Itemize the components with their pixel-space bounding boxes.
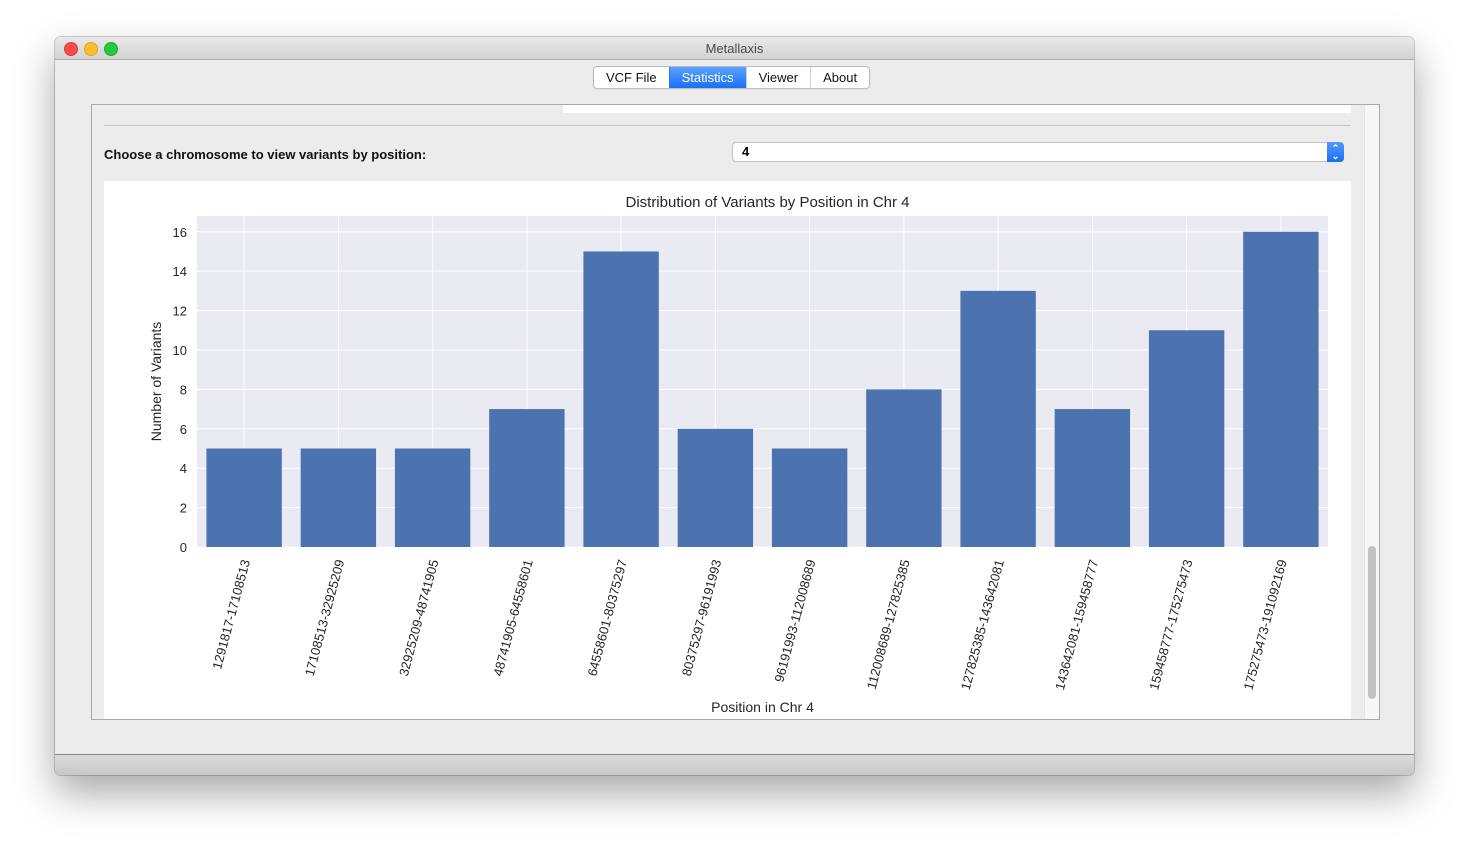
bar-chart: 0 2 4 6 8 10 12 14 16 1291817-17108513 17108513-32… bbox=[148, 194, 1328, 715]
x-tick-label: 48741905-64558601 bbox=[490, 558, 536, 678]
vertical-scrollbar[interactable] bbox=[1364, 105, 1379, 719]
tab-bar: VCF File Statistics Viewer About bbox=[593, 66, 871, 89]
y-tick-label: 4 bbox=[180, 461, 187, 476]
y-tick-label: 16 bbox=[173, 225, 187, 240]
bar bbox=[206, 448, 282, 547]
x-tick-label: 32925209-48741905 bbox=[396, 558, 442, 678]
app-window: Metallaxis VCF File Statistics Viewer Ab… bbox=[55, 37, 1414, 775]
x-tick-label: 96191993-112008689 bbox=[771, 558, 818, 684]
previous-chart-bottom-edge bbox=[563, 105, 1351, 113]
bar bbox=[300, 448, 377, 547]
chart-title: Distribution of Variants by Position in … bbox=[625, 194, 909, 211]
y-tick-label: 10 bbox=[173, 343, 187, 358]
y-axis-label: Number of Variants bbox=[148, 322, 164, 442]
tab-about[interactable]: About bbox=[810, 67, 869, 88]
x-tick-label: 64558601-80375297 bbox=[584, 558, 630, 678]
chromosome-select-value: 4 bbox=[742, 144, 750, 159]
statistics-panel: Choose a chromosome to view variants by … bbox=[91, 104, 1380, 720]
divider bbox=[104, 125, 1351, 126]
x-axis-label: Position in Chr 4 bbox=[711, 699, 814, 715]
y-tick-label: 14 bbox=[173, 264, 187, 279]
y-tick-label: 8 bbox=[180, 382, 187, 397]
x-tick-label: 17108513-32925209 bbox=[302, 558, 348, 678]
scrollbar-thumb[interactable] bbox=[1368, 546, 1376, 699]
x-tick-label: 1291817-17108513 bbox=[209, 558, 253, 671]
bar bbox=[1148, 330, 1225, 547]
x-tick-label: 80375297-96191993 bbox=[679, 558, 725, 678]
bar bbox=[866, 389, 942, 547]
tab-viewer[interactable]: Viewer bbox=[745, 67, 811, 88]
window-bottom-bar bbox=[55, 754, 1414, 775]
x-tick-label: 112008689-127825385 bbox=[864, 558, 913, 691]
y-tick-label: 6 bbox=[180, 422, 187, 437]
bar bbox=[394, 448, 471, 547]
tab-statistics[interactable]: Statistics bbox=[668, 67, 746, 88]
title-bar: Metallaxis bbox=[55, 37, 1414, 60]
bar bbox=[583, 251, 659, 547]
bar bbox=[960, 290, 1036, 547]
x-tick-label: 159458777-175275473 bbox=[1146, 558, 1195, 692]
x-tick-label: 175275473-191092169 bbox=[1240, 558, 1289, 692]
y-tick-label: 12 bbox=[173, 304, 187, 319]
chart-container: 0 2 4 6 8 10 12 14 16 1291817-17108513 17108513-32… bbox=[104, 181, 1351, 719]
bar bbox=[771, 448, 848, 547]
chromosome-select[interactable]: 4 ⌃ ⌄ bbox=[732, 142, 1344, 162]
x-tick-label: 127825385-143642081 bbox=[958, 558, 1007, 692]
x-tick-label: 143642081-159458777 bbox=[1052, 558, 1101, 692]
chromosome-label: Choose a chromosome to view variants by … bbox=[104, 147, 427, 162]
bar bbox=[1054, 409, 1131, 547]
window-title: Metallaxis bbox=[705, 41, 764, 56]
bar bbox=[677, 428, 754, 547]
up-down-chevron-icon[interactable]: ⌃ ⌄ bbox=[1327, 142, 1344, 162]
bar bbox=[1243, 231, 1319, 547]
y-tick-label: 0 bbox=[180, 540, 187, 555]
y-tick-label: 2 bbox=[180, 501, 187, 516]
bar bbox=[489, 409, 565, 547]
tab-vcf-file[interactable]: VCF File bbox=[594, 67, 669, 88]
